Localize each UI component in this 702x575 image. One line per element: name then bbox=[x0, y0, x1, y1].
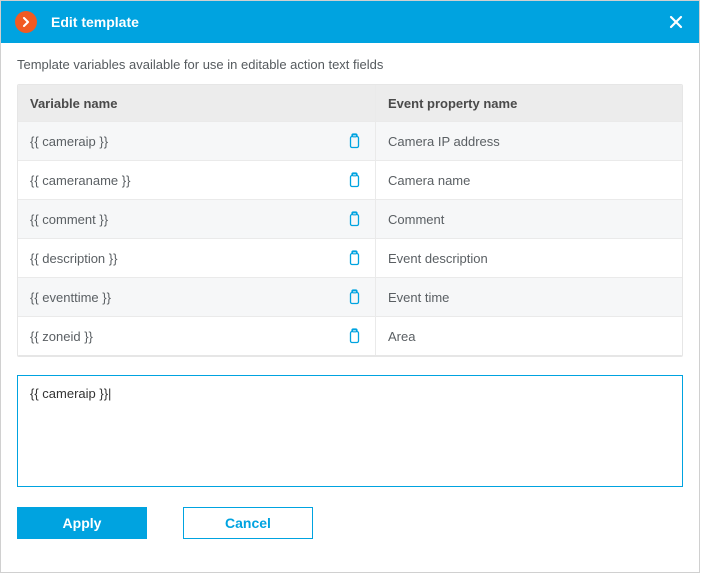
description-text: Template variables available for use in … bbox=[17, 57, 683, 72]
variable-name: {{ zoneid }} bbox=[30, 329, 93, 344]
table-header-row: Variable name Event property name bbox=[18, 85, 682, 121]
variable-name: {{ cameraname }} bbox=[30, 173, 130, 188]
copy-icon[interactable] bbox=[343, 131, 363, 151]
header-property-name: Event property name bbox=[376, 85, 682, 121]
copy-icon[interactable] bbox=[343, 209, 363, 229]
table-row: {{ description }} Event description bbox=[18, 238, 682, 277]
property-name: Event description bbox=[376, 239, 682, 277]
table-row: {{ zoneid }} Area bbox=[18, 316, 682, 356]
copy-icon[interactable] bbox=[343, 287, 363, 307]
property-name: Event time bbox=[376, 278, 682, 316]
property-name: Comment bbox=[376, 200, 682, 238]
table-row: {{ cameraname }} Camera name bbox=[18, 160, 682, 199]
cancel-button[interactable]: Cancel bbox=[183, 507, 313, 539]
table-row: {{ comment }} Comment bbox=[18, 199, 682, 238]
variable-name: {{ cameraip }} bbox=[30, 134, 108, 149]
variable-name: {{ eventtime }} bbox=[30, 290, 111, 305]
table-row: {{ eventtime }} Event time bbox=[18, 277, 682, 316]
variables-table: Variable name Event property name {{ cam… bbox=[17, 84, 683, 357]
close-icon[interactable] bbox=[667, 13, 685, 31]
template-text-input[interactable] bbox=[17, 375, 683, 487]
dialog-content: Template variables available for use in … bbox=[1, 43, 699, 572]
property-name: Camera IP address bbox=[376, 122, 682, 160]
titlebar: Edit template bbox=[1, 1, 699, 43]
dialog-title: Edit template bbox=[51, 14, 667, 30]
variable-name: {{ comment }} bbox=[30, 212, 108, 227]
copy-icon[interactable] bbox=[343, 170, 363, 190]
edit-template-dialog: Edit template Template variables availab… bbox=[0, 0, 700, 573]
variable-name: {{ description }} bbox=[30, 251, 117, 266]
table-row: {{ cameraip }} Camera IP address bbox=[18, 121, 682, 160]
copy-icon[interactable] bbox=[343, 326, 363, 346]
property-name: Area bbox=[376, 317, 682, 355]
button-row: Apply Cancel bbox=[17, 507, 683, 539]
apply-button[interactable]: Apply bbox=[17, 507, 147, 539]
app-chevron-icon bbox=[15, 11, 37, 33]
property-name: Camera name bbox=[376, 161, 682, 199]
copy-icon[interactable] bbox=[343, 248, 363, 268]
header-variable-name: Variable name bbox=[18, 85, 376, 121]
